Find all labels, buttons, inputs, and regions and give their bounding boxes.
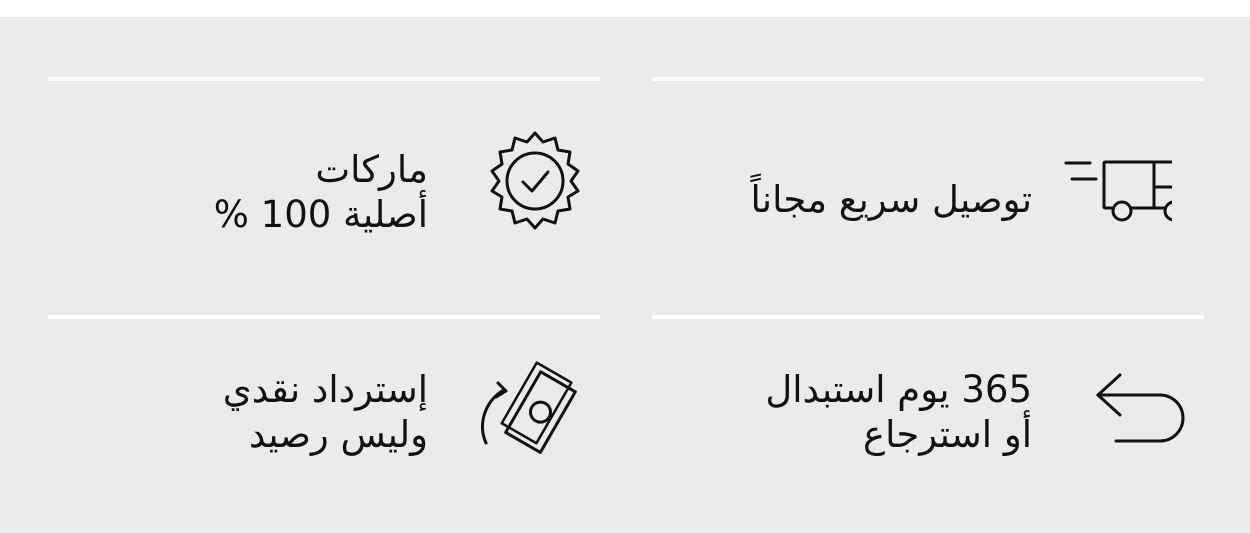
feature-text: توصيل سريع مجاناً [751,177,1033,222]
feature-line: 365 يوم استبدال [765,368,1032,411]
feature-line: أو استرجاع [863,413,1032,456]
feature-line: إسترداد نقدي [222,368,428,411]
feature-text: 365 يوم استبدال أو استرجاع [765,367,1032,457]
feature-line: أصلية 100 % [213,193,428,236]
feature-text: إسترداد نقدي وليس رصيد [223,367,428,457]
return-arrow-icon [1090,353,1200,463]
feature-exchange-returns: 365 يوم استبدال أو استرجاع [652,315,1204,515]
feature-text: ماركات أصلية 100 % [214,147,428,237]
feature-original-brands: ماركات أصلية 100 % [48,77,600,277]
feature-cash-refund: إسترداد نقدي وليس رصيد [48,315,600,515]
divider [48,77,600,81]
features-panel: توصيل سريع مجاناً ماركات أصلية 100 % 365… [0,17,1250,533]
divider [48,315,600,319]
delivery-truck-icon [1062,125,1172,235]
feature-free-delivery: توصيل سريع مجاناً [652,77,1204,277]
divider [652,77,1204,81]
cash-refund-icon [476,355,586,465]
divider [652,315,1204,319]
verified-badge-icon [480,125,590,235]
feature-line: توصيل سريع مجاناً [750,178,1033,221]
feature-line: ماركات [315,148,428,191]
feature-line: وليس رصيد [248,413,428,456]
